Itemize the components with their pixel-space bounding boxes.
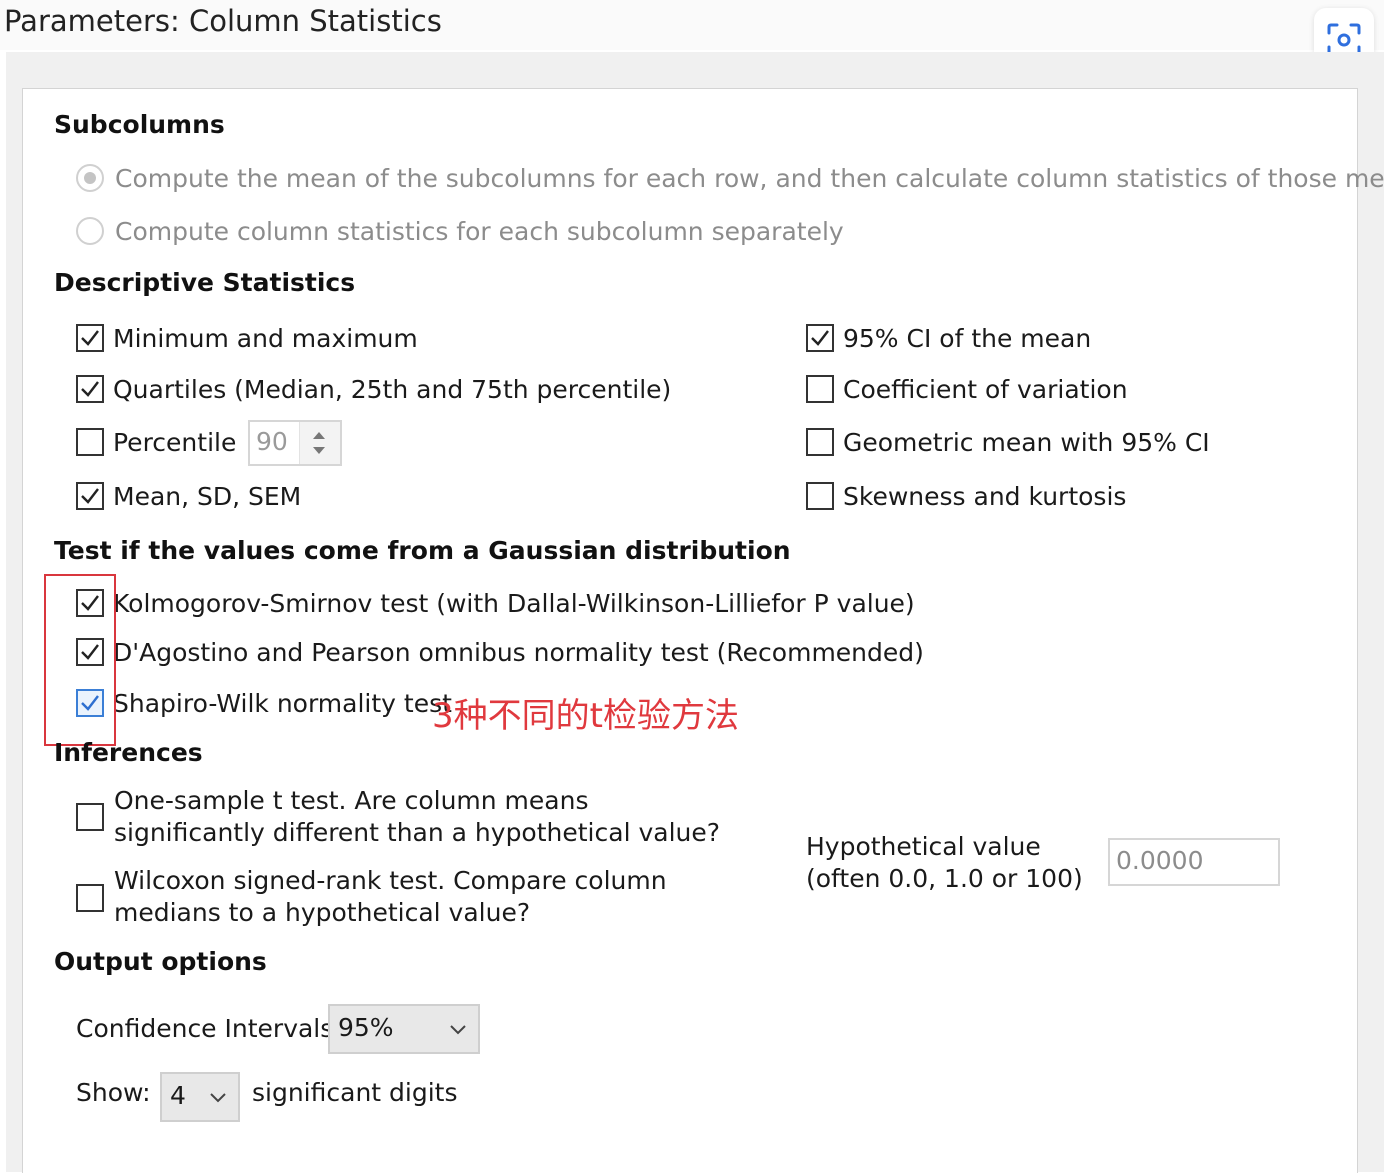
checkbox-label: Kolmogorov-Smirnov test (with Dallal-Wil…	[113, 588, 915, 618]
wilcoxon-label: Wilcoxon signed-rank test. Compare colum…	[114, 865, 667, 929]
checkbox-skewness-kurtosis[interactable]: Skewness and kurtosis	[806, 478, 1126, 514]
descriptive-statistics-heading: Descriptive Statistics	[54, 268, 356, 297]
checkbox-label: Shapiro-Wilk normality test	[113, 688, 452, 718]
spin-up-icon[interactable]	[313, 432, 325, 439]
checkbox-mean-sd-sem[interactable]: Mean, SD, SEM	[76, 478, 301, 514]
hypothetical-value-field[interactable]	[1108, 838, 1280, 886]
checkbox-label: Skewness and kurtosis	[843, 481, 1127, 511]
show-label: Show:	[76, 1078, 151, 1107]
significant-digits-value: 4	[170, 1081, 186, 1110]
significant-digits-dropdown[interactable]: 4	[160, 1072, 240, 1122]
checkbox-shapiro-wilk[interactable]: Shapiro-Wilk normality test	[76, 685, 452, 721]
label-line: medians to a hypothetical value?	[114, 898, 531, 927]
checkbox[interactable]	[806, 482, 834, 510]
checkbox-one-sample-t-test[interactable]	[76, 803, 104, 831]
chevron-down-icon	[450, 1025, 466, 1035]
checkbox-ci-mean[interactable]: 95% CI of the mean	[806, 320, 1091, 356]
confidence-intervals-label: Confidence Intervals:	[76, 1014, 342, 1043]
subcolumns-heading: Subcolumns	[54, 110, 225, 139]
checkbox-quartiles[interactable]: Quartiles (Median, 25th and 75th percent…	[76, 371, 671, 407]
checkbox-label: Mean, SD, SEM	[113, 481, 302, 511]
radio-compute-mean-rows[interactable]: Compute the mean of the subcolumns for e…	[76, 160, 1384, 196]
checkbox-label: Percentile	[113, 427, 237, 457]
radio-label: Compute column statistics for each subco…	[115, 216, 844, 246]
checkbox-geometric-mean[interactable]: Geometric mean with 95% CI	[806, 424, 1210, 460]
confidence-interval-value: 95%	[338, 1013, 394, 1042]
hypothetical-value-input[interactable]	[1116, 846, 1266, 875]
label-line: (often 0.0, 1.0 or 100)	[806, 864, 1083, 893]
label-line: Wilcoxon signed-rank test. Compare colum…	[114, 866, 667, 895]
radio-button[interactable]	[76, 217, 104, 245]
checkbox-label: Coefficient of variation	[843, 374, 1128, 404]
percentile-value: 90	[256, 427, 288, 456]
checkbox[interactable]	[806, 428, 834, 456]
one-sample-t-test-label: One-sample t test. Are column means sign…	[114, 785, 720, 849]
checkbox[interactable]	[76, 324, 104, 352]
checkmark-icon	[81, 381, 99, 397]
checkbox-min-max[interactable]: Minimum and maximum	[76, 320, 418, 356]
spin-down-icon[interactable]	[313, 447, 325, 454]
checkbox-percentile[interactable]: Percentile	[76, 424, 236, 460]
settings-panel	[22, 88, 1358, 1173]
checkmark-icon	[81, 330, 99, 346]
radio-button[interactable]	[76, 164, 104, 192]
checkbox[interactable]	[806, 375, 834, 403]
checkmark-icon	[81, 488, 99, 504]
checkbox[interactable]	[76, 428, 104, 456]
checkbox-label: Quartiles (Median, 25th and 75th percent…	[113, 374, 672, 404]
label-line: One-sample t test. Are column means	[114, 786, 589, 815]
checkbox[interactable]	[76, 375, 104, 403]
checkbox[interactable]	[76, 482, 104, 510]
checkbox-wilcoxon[interactable]	[76, 884, 104, 912]
checkbox[interactable]	[806, 324, 834, 352]
spinner-buttons[interactable]	[299, 422, 340, 464]
checkbox-label: Geometric mean with 95% CI	[843, 427, 1210, 457]
checkbox-label: 95% CI of the mean	[843, 323, 1092, 353]
label-line: Hypothetical value	[806, 832, 1041, 861]
chevron-down-icon	[210, 1093, 226, 1103]
radio-compute-each-subcolumn[interactable]: Compute column statistics for each subco…	[76, 213, 844, 249]
checkbox-coefficient-variation[interactable]: Coefficient of variation	[806, 371, 1128, 407]
checkbox-dagostino-pearson[interactable]: D'Agostino and Pearson omnibus normality…	[76, 634, 924, 670]
checkbox-label: D'Agostino and Pearson omnibus normality…	[113, 637, 924, 667]
annotation-highlight-box	[44, 574, 116, 746]
significant-digits-label: significant digits	[252, 1078, 458, 1107]
confidence-interval-dropdown[interactable]: 95%	[328, 1004, 480, 1054]
label-line: significantly different than a hypotheti…	[114, 818, 721, 847]
inferences-heading: Inferences	[54, 738, 203, 767]
gaussian-test-heading: Test if the values come from a Gaussian …	[54, 536, 791, 565]
checkbox-kolmogorov-smirnov[interactable]: Kolmogorov-Smirnov test (with Dallal-Wil…	[76, 585, 915, 621]
checkbox-label: Minimum and maximum	[113, 323, 418, 353]
hypothetical-value-label: Hypothetical value (often 0.0, 1.0 or 10…	[806, 831, 1083, 895]
window-title: Parameters: Column Statistics	[4, 4, 442, 38]
percentile-spinner[interactable]: 90	[248, 420, 342, 466]
output-options-heading: Output options	[54, 947, 267, 976]
checkmark-icon	[811, 330, 829, 346]
radio-label: Compute the mean of the subcolumns for e…	[115, 163, 1384, 193]
annotation-text: 3种不同的t检验方法	[432, 696, 739, 736]
title-bar: Parameters: Column Statistics	[0, 0, 1384, 50]
